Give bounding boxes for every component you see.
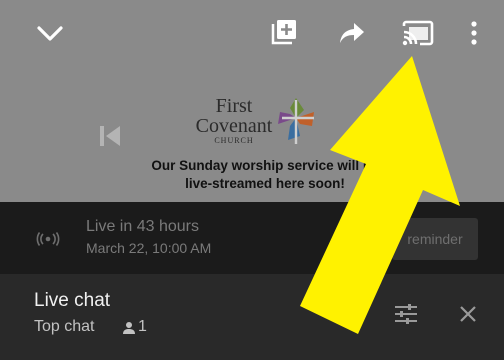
chat-mode-selector[interactable]: Top chat <box>34 318 94 336</box>
promo-line-1: Our Sunday worship service will be <box>151 158 379 173</box>
live-countdown: Live in 43 hours <box>86 218 199 235</box>
skip-previous-icon[interactable] <box>94 120 126 152</box>
logo-line-first: First <box>215 95 253 117</box>
set-reminder-button[interactable]: reminder <box>392 218 478 260</box>
live-date: March 22, 10:00 AM <box>86 240 212 256</box>
live-chat-header[interactable] <box>0 274 504 360</box>
church-logo-text: First Covenant CHURCH <box>188 96 280 146</box>
live-chat-title: Live chat <box>34 290 111 311</box>
share-icon[interactable] <box>336 18 368 48</box>
cross-logo-icon <box>278 98 314 144</box>
viewer-count: 1 <box>138 318 147 335</box>
cast-icon[interactable] <box>400 18 436 48</box>
player-top-bar <box>0 0 504 64</box>
video-player[interactable]: First Covenant CHURCH Our Sunday worship… <box>0 0 504 202</box>
close-icon[interactable] <box>454 300 482 328</box>
chevron-down-icon[interactable] <box>34 20 66 48</box>
person-icon <box>122 321 136 340</box>
logo-line-church: CHURCH <box>214 136 254 145</box>
promo-line-2: live-streamed here soon! <box>185 176 345 191</box>
live-broadcast-icon <box>36 232 60 251</box>
more-vert-icon[interactable] <box>462 18 486 48</box>
logo-line-covenant: Covenant <box>195 115 273 137</box>
promo-text: Our Sunday worship service will be live-… <box>120 157 410 193</box>
add-to-playlist-icon[interactable] <box>268 16 300 48</box>
tune-icon[interactable] <box>390 300 422 328</box>
church-logo: First Covenant CHURCH <box>188 96 348 152</box>
